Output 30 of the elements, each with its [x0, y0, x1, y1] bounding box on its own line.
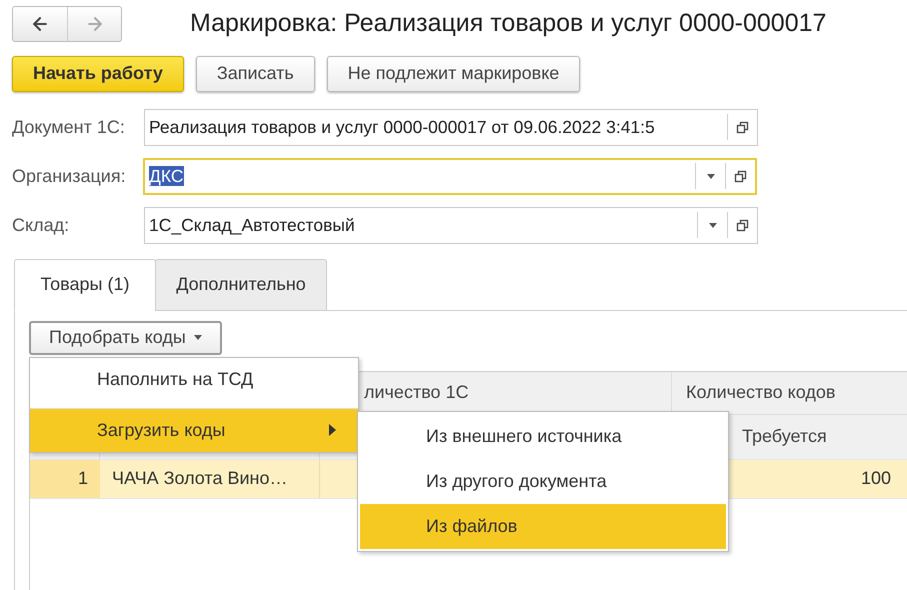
open-form-icon: [734, 170, 747, 182]
field-value: Реализация товаров и услуг 0000-000017 от 09.06.2022 3:41:5: [149, 116, 655, 137]
tab[interactable]: Дополнительно: [155, 258, 327, 310]
open-form-icon: [736, 218, 749, 232]
tab[interactable]: Товары (1): [14, 258, 156, 310]
dropdown-caret-icon: [708, 222, 716, 228]
submenu-arrow-icon: [329, 424, 336, 436]
open-form-icon: [736, 120, 749, 134]
column-header: Требуется: [741, 425, 828, 448]
field-label: Организация:: [12, 164, 127, 188]
input-field[interactable]: ДКС: [143, 158, 757, 194]
dropdown-caret-icon: [706, 174, 714, 178]
field-value: 1С_Склад_Автотестовый: [149, 214, 355, 235]
menu-item[interactable]: Загрузить коды: [30, 408, 358, 452]
field-value: ДКС: [149, 166, 184, 186]
toolbar-button[interactable]: Не подлежит маркировке: [326, 56, 580, 92]
dropdown-caret-icon: [194, 335, 202, 340]
pick-codes-button[interactable]: Подобрать коды: [29, 320, 222, 354]
table-cell: ЧАЧА Золота Вино…: [100, 460, 320, 498]
toolbar-button[interactable]: Начать работу: [12, 56, 184, 92]
input-field[interactable]: Реализация товаров и услуг 0000-000017 от 09.06.2022 3:41:5: [144, 108, 758, 146]
toolbar-button[interactable]: Записать: [196, 56, 315, 92]
window-title: Маркировка: Реализация товаров и услуг 0000-000017: [190, 8, 826, 39]
table-cell: 1: [30, 460, 100, 498]
table-cell-text: 100: [860, 467, 892, 490]
menu-item[interactable]: Из файлов: [360, 504, 726, 548]
input-field[interactable]: 1С_Склад_Автотестовый: [144, 206, 758, 244]
field-label: Документ 1С:: [12, 116, 126, 139]
menu-item[interactable]: Наполнить на ТСД: [30, 358, 358, 402]
field-label: Склад:: [12, 214, 70, 237]
